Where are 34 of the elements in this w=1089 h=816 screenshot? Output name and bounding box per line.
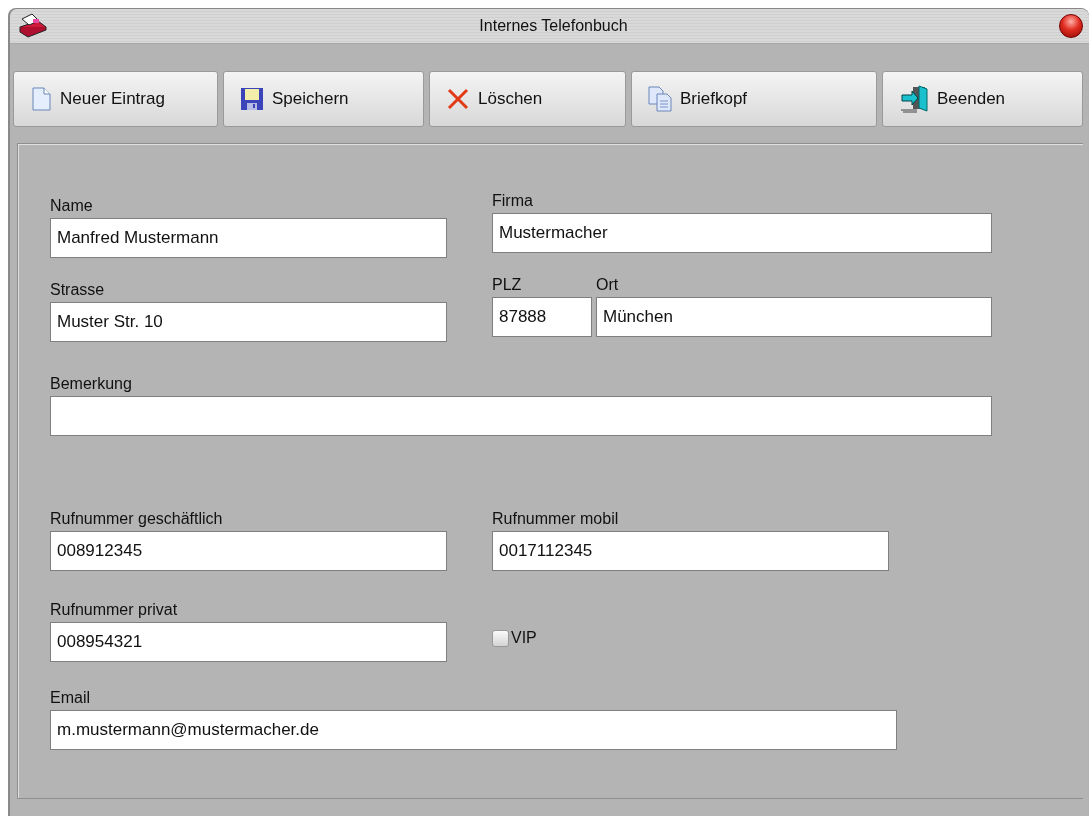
input-field[interactable]: Mustermacher (492, 213, 992, 253)
field-label: Rufnummer mobil (492, 509, 620, 529)
door-exit-icon (899, 85, 929, 113)
close-icon (446, 87, 470, 111)
checkbox-label: VIP (511, 628, 537, 648)
toolbar-button[interactable]: Briefkopf (631, 71, 877, 127)
toolbar-button[interactable]: Löschen (429, 71, 626, 127)
input-field[interactable] (50, 396, 992, 436)
field-label: Firma (492, 191, 534, 211)
field-label: Strasse (50, 280, 106, 300)
toolbar-button[interactable]: Speichern (223, 71, 424, 127)
document-icon (30, 87, 52, 111)
field-label: Email (50, 688, 91, 708)
field-label: Ort (596, 275, 620, 295)
input-field[interactable]: 0017112345 (492, 531, 889, 571)
window-title: Internes Telefonbuch (478, 17, 629, 35)
toolbar-button[interactable]: Neuer Eintrag (13, 71, 218, 127)
input-field[interactable]: Manfred Mustermann (50, 218, 447, 258)
card-box-icon (16, 13, 48, 39)
input-field[interactable]: 008912345 (50, 531, 447, 571)
toolbar-button[interactable]: Beenden (882, 71, 1083, 127)
input-field[interactable]: 008954321 (50, 622, 447, 662)
field-label: Name (50, 196, 94, 216)
input-field[interactable]: 87888 (492, 297, 592, 337)
checkbox[interactable] (492, 629, 509, 647)
field-label: Bemerkung (50, 374, 133, 394)
close-button[interactable] (1059, 14, 1083, 38)
field-label: PLZ (492, 275, 523, 295)
field-label: Rufnummer privat (50, 600, 179, 620)
input-field[interactable]: m.mustermann@mustermacher.de (50, 710, 897, 750)
field-label: Rufnummer geschäftlich (50, 509, 224, 529)
input-field[interactable]: München (596, 297, 992, 337)
input-field[interactable]: Muster Str. 10 (50, 302, 447, 342)
copy-icon (648, 86, 672, 112)
